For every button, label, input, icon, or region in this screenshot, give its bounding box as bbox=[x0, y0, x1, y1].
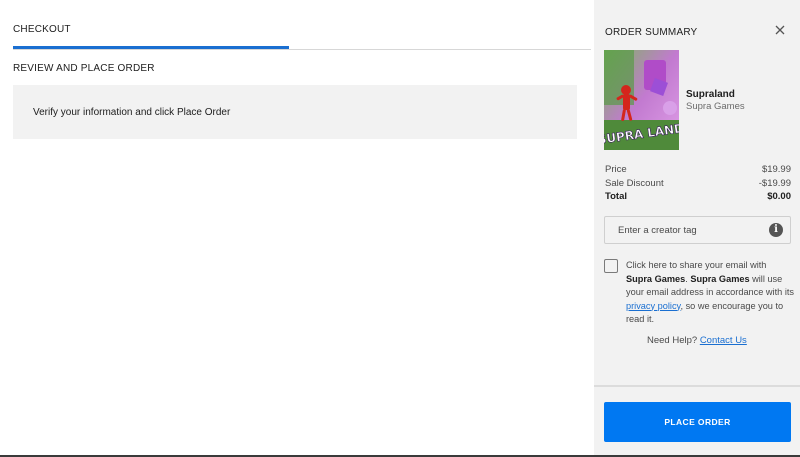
order-summary-panel: ORDER SUMMARY SUPRA LAND Supraland Supra… bbox=[594, 0, 800, 455]
tab-checkout[interactable]: CHECKOUT bbox=[13, 0, 289, 49]
need-help-label: Need Help? bbox=[647, 335, 700, 346]
summary-divider bbox=[594, 385, 800, 387]
close-icon bbox=[775, 25, 785, 35]
tab-checkout-label: CHECKOUT bbox=[13, 24, 71, 35]
sale-discount-row: Sale Discount -$19.99 bbox=[605, 178, 791, 191]
total-label: Total bbox=[605, 191, 627, 202]
game-cover-image: SUPRA LAND bbox=[604, 50, 679, 150]
share-publisher-name: Supra Games bbox=[626, 273, 686, 284]
checkout-panel: CHECKOUT REVIEW AND PLACE ORDER Verify y… bbox=[0, 0, 594, 455]
close-button[interactable] bbox=[772, 22, 788, 38]
product-name: Supraland bbox=[686, 89, 735, 100]
place-order-button[interactable]: PLACE ORDER bbox=[604, 402, 791, 442]
section-title: REVIEW AND PLACE ORDER bbox=[13, 63, 155, 74]
total-value: $0.00 bbox=[767, 191, 791, 202]
checkout-tab-bar: CHECKOUT bbox=[13, 0, 591, 50]
sale-discount-label: Sale Discount bbox=[605, 178, 664, 189]
share-email-checkbox[interactable] bbox=[604, 259, 618, 273]
price-row: Price $19.99 bbox=[605, 164, 791, 177]
contact-us-link[interactable]: Contact Us bbox=[700, 335, 747, 346]
sale-discount-value: -$19.99 bbox=[758, 178, 791, 189]
price-label: Price bbox=[605, 164, 627, 175]
order-summary-title: ORDER SUMMARY bbox=[605, 27, 698, 38]
product-publisher: Supra Games bbox=[686, 101, 745, 112]
info-message-box: Verify your information and click Place … bbox=[13, 85, 577, 139]
privacy-policy-link[interactable]: privacy policy bbox=[626, 301, 680, 311]
creator-tag-field: i bbox=[604, 216, 791, 244]
checkout-page: CHECKOUT REVIEW AND PLACE ORDER Verify y… bbox=[0, 0, 800, 457]
info-icon[interactable]: i bbox=[769, 223, 783, 237]
share-email-text: Click here to share your email with Supr… bbox=[626, 259, 794, 327]
share-text-part: Click here to share your email with bbox=[626, 260, 767, 270]
price-value: $19.99 bbox=[761, 164, 791, 175]
total-row: Total $0.00 bbox=[605, 191, 791, 204]
creator-tag-input[interactable] bbox=[605, 217, 778, 243]
share-publisher-name: Supra Games bbox=[690, 273, 750, 284]
info-message-text: Verify your information and click Place … bbox=[33, 107, 231, 118]
need-help: Need Help? Contact Us bbox=[647, 335, 747, 346]
